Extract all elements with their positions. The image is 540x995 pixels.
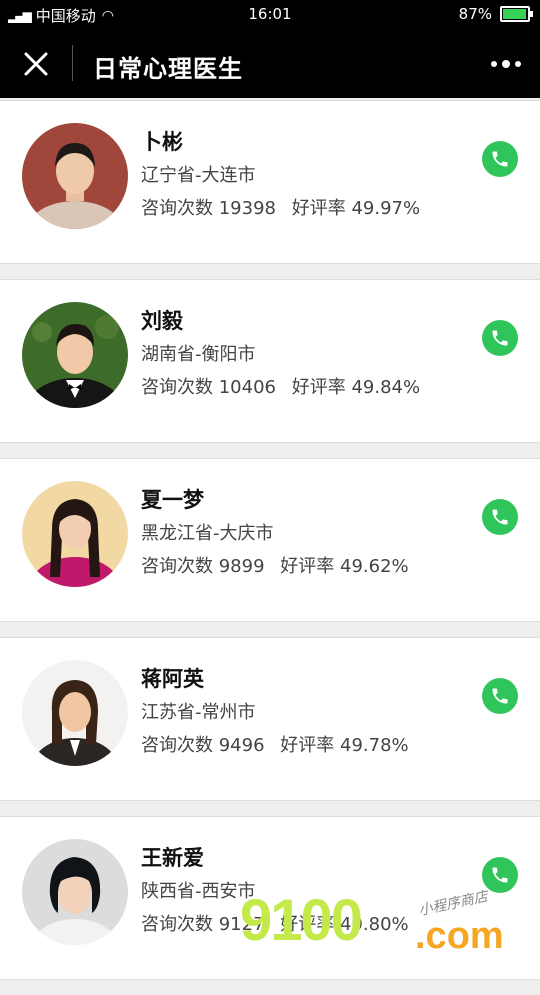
doctor-card[interactable]: 王新爱 陕西省-西安市 咨询次数 9127 好评率 49.80% <box>0 816 540 980</box>
nav-bar: 日常心理医生 <box>0 30 540 98</box>
avatar <box>22 123 128 229</box>
consult-count: 10406 <box>218 377 276 398</box>
call-button[interactable] <box>482 320 518 356</box>
avatar <box>22 302 128 408</box>
battery-icon <box>500 6 533 22</box>
rating-value: 49.62% <box>340 556 409 577</box>
consult-label: 咨询次数 <box>141 914 213 935</box>
phone-icon <box>492 151 508 167</box>
doctor-name: 夏一梦 <box>141 488 204 512</box>
avatar <box>22 839 128 945</box>
doctor-list: 卜彬 辽宁省-大连市 咨询次数 19398 好评率 49.97% 刘毅 湖南省-… <box>0 100 540 995</box>
more-icon <box>491 61 497 67</box>
rating-value: 49.84% <box>351 377 421 398</box>
battery-fill <box>503 9 526 19</box>
rating-label: 好评率 <box>291 198 346 219</box>
rating-label: 好评率 <box>291 377 346 398</box>
doctor-location: 陕西省-西安市 <box>141 881 256 902</box>
doctor-name: 刘毅 <box>141 309 183 333</box>
call-button[interactable] <box>482 678 518 714</box>
close-icon <box>24 52 48 76</box>
doctor-stats: 咨询次数 9127 好评率 49.80% <box>141 910 409 936</box>
call-button[interactable] <box>482 499 518 535</box>
doctor-card[interactable]: 夏一梦 黑龙江省-大庆市 咨询次数 9899 好评率 49.62% <box>0 458 540 622</box>
doctor-location: 江苏省-常州市 <box>141 702 256 723</box>
consult-count: 9496 <box>218 735 265 756</box>
battery-percent: 87% <box>458 5 492 23</box>
nav-divider <box>72 45 73 81</box>
page-title: 日常心理医生 <box>93 55 243 83</box>
consult-count: 9127 <box>218 914 265 935</box>
doctor-card[interactable]: 蒋阿英 江苏省-常州市 咨询次数 9496 好评率 49.78% <box>0 637 540 801</box>
phone-icon <box>492 688 508 704</box>
more-button[interactable] <box>486 54 526 74</box>
rating-label: 好评率 <box>280 735 335 756</box>
doctor-stats: 咨询次数 9496 好评率 49.78% <box>141 731 409 757</box>
avatar <box>22 660 128 766</box>
doctor-card[interactable]: 刘毅 湖南省-衡阳市 咨询次数 10406 好评率 49.84% <box>0 279 540 443</box>
doctor-location: 辽宁省-大连市 <box>141 165 256 186</box>
call-button[interactable] <box>482 857 518 893</box>
call-button[interactable] <box>482 141 518 177</box>
consult-count: 19398 <box>218 198 276 219</box>
status-bar: ▂▄▆ 中国移动 ◠ 16:01 87% <box>0 0 540 30</box>
doctor-card[interactable]: 卜彬 辽宁省-大连市 咨询次数 19398 好评率 49.97% <box>0 100 540 264</box>
consult-label: 咨询次数 <box>141 556 213 577</box>
doctor-name: 王新爱 <box>141 846 204 870</box>
doctor-stats: 咨询次数 10406 好评率 49.84% <box>141 373 420 399</box>
close-button[interactable] <box>18 46 54 82</box>
rating-value: 49.80% <box>340 914 409 935</box>
consult-count: 9899 <box>218 556 265 577</box>
consult-label: 咨询次数 <box>141 198 213 219</box>
rating-value: 49.97% <box>351 198 421 219</box>
doctor-stats: 咨询次数 9899 好评率 49.62% <box>141 552 409 578</box>
more-icon <box>502 60 510 68</box>
consult-label: 咨询次数 <box>141 377 213 398</box>
doctor-stats: 咨询次数 19398 好评率 49.97% <box>141 194 420 220</box>
battery-group: 87% <box>458 5 533 23</box>
consult-label: 咨询次数 <box>141 735 213 756</box>
phone-icon <box>492 330 508 346</box>
rating-value: 49.78% <box>340 735 409 756</box>
phone-icon <box>492 509 508 525</box>
phone-icon <box>492 867 508 883</box>
doctor-name: 蒋阿英 <box>141 667 204 691</box>
avatar <box>22 481 128 587</box>
rating-label: 好评率 <box>280 914 335 935</box>
rating-label: 好评率 <box>280 556 335 577</box>
doctor-location: 黑龙江省-大庆市 <box>141 523 274 544</box>
more-icon <box>515 61 521 67</box>
doctor-location: 湖南省-衡阳市 <box>141 344 256 365</box>
doctor-name: 卜彬 <box>141 130 183 154</box>
